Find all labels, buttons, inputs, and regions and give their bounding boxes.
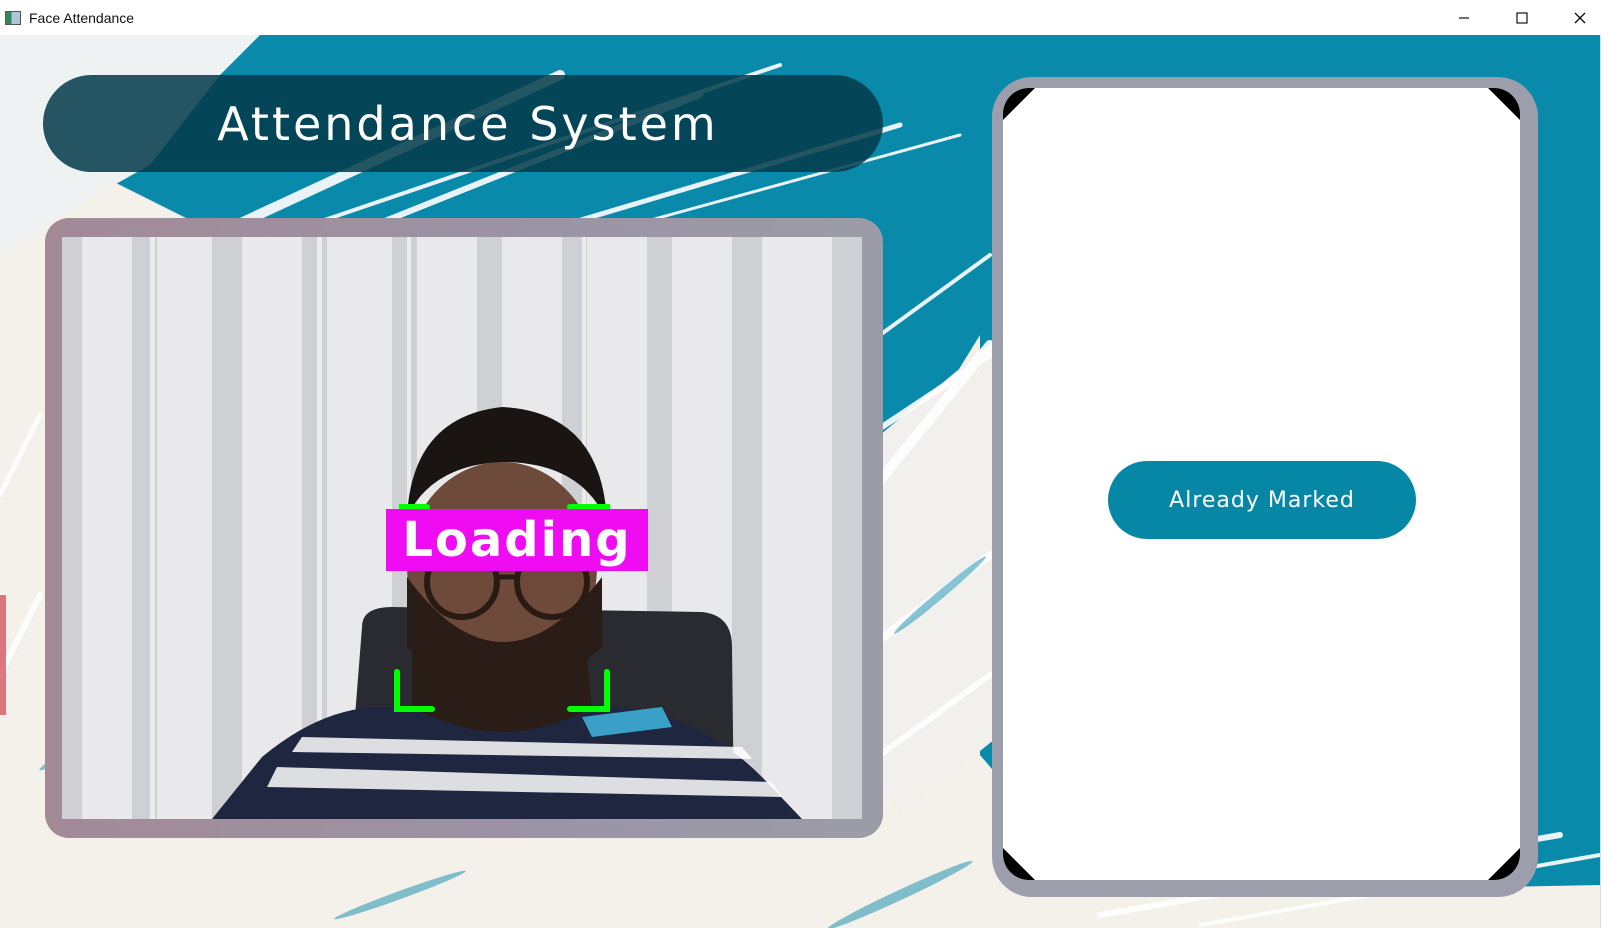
corner-mark-bottom-right	[1488, 848, 1520, 880]
camera-feed: Loading	[62, 237, 862, 819]
header-banner: Attendance System	[43, 75, 883, 172]
app-window-icon	[5, 10, 21, 25]
corner-mark-bottom-left	[1003, 848, 1035, 880]
window-controls	[1435, 0, 1609, 35]
page-title: Attendance System	[217, 96, 719, 151]
minimize-icon	[1459, 16, 1469, 19]
maximize-icon	[1516, 11, 1528, 24]
corner-mark-top-left	[1003, 88, 1035, 120]
corner-mark-top-right	[1488, 88, 1520, 120]
window-right-edge	[1600, 35, 1609, 928]
window-title: Face Attendance	[29, 9, 135, 26]
window-titlebar[interactable]: Face Attendance	[0, 0, 1609, 36]
close-icon	[1574, 12, 1586, 23]
loading-status-label: Loading	[386, 509, 648, 571]
minimize-button[interactable]	[1435, 0, 1493, 35]
already-marked-button[interactable]: Already Marked	[1108, 461, 1416, 539]
close-button[interactable]	[1551, 0, 1609, 35]
maximize-button[interactable]	[1493, 0, 1551, 35]
info-panel: Already Marked	[1003, 88, 1520, 880]
